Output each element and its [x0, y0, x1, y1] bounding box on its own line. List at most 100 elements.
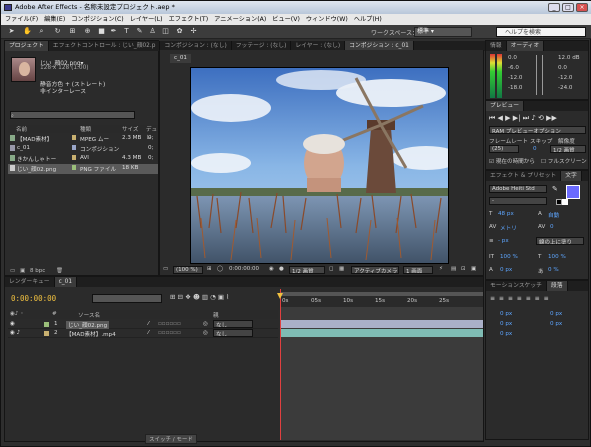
clone-stamp-tool-icon[interactable]: ♙ [148, 27, 157, 36]
resolution-select[interactable]: 1/2 画質 [289, 266, 325, 274]
white-swatch[interactable] [562, 199, 568, 205]
puppet-tool-icon[interactable]: ✢ [189, 27, 198, 36]
views-select[interactable]: 1 画面 [403, 266, 433, 274]
tab-project[interactable]: プロジェクト [5, 41, 49, 51]
menu-effect[interactable]: エフェクト(T) [169, 14, 209, 25]
layer-row[interactable]: ◉ ♪ 2 【MAD素材】.mp4 ⁄ ▫▫▫▫▫▫ ◎ なし [8, 329, 278, 338]
layer-name[interactable]: 【MAD素材】.mp4 [66, 330, 116, 338]
camera-tool-icon[interactable]: ⊞ [68, 27, 77, 36]
framerate-select[interactable]: (25) [489, 145, 519, 153]
next-frame-icon[interactable]: ▶| [513, 114, 521, 122]
always-preview-icon[interactable]: ▭ [163, 266, 168, 272]
col-name[interactable]: 名前 [16, 125, 27, 133]
rotate-tool-icon[interactable]: ↻ [53, 27, 62, 36]
alignment-buttons[interactable]: ≡ ≡ ≡ ≡ ≡ ≡ ≡ [490, 295, 550, 302]
pickwhip-icon[interactable]: ◎ [203, 321, 208, 327]
tab-motion-sketch[interactable]: モーションスケッチ [486, 281, 547, 291]
stroke-width-value[interactable]: - px [498, 238, 509, 244]
project-item[interactable]: c_01 コンポジション 0; [8, 144, 158, 154]
ram-preview-icon[interactable]: ▶▶ [546, 114, 557, 122]
first-frame-icon[interactable]: ⏮ [489, 114, 495, 122]
live-update-icon[interactable]: ⊟ [178, 293, 183, 301]
play-icon[interactable]: ▶ [505, 114, 510, 122]
leading-value[interactable]: 自動 [548, 211, 559, 219]
fill-color-swatch[interactable] [566, 185, 580, 199]
switches-modes-toggle[interactable]: スイッチ / モード [145, 434, 197, 444]
channel-icon[interactable]: ● [279, 266, 284, 272]
col-source-name[interactable]: ソース名 [78, 311, 100, 319]
tab-effect-controls[interactable]: エフェクトコントロール : じい_顔02.p [49, 41, 161, 51]
time-ruler[interactable]: 0s 05s 10s 15s 20s 25s [280, 289, 483, 307]
comp-timecode[interactable]: 0:00:00:00 [229, 266, 259, 272]
zoom-tool-icon[interactable]: ⌕ [37, 27, 46, 36]
parent-select[interactable]: なし [213, 320, 253, 328]
loop-icon[interactable]: ⟲ [538, 114, 544, 122]
playhead-handle-icon[interactable] [277, 293, 283, 299]
camera-select[interactable]: アクティブカメラ [351, 266, 399, 274]
bpc-label[interactable]: 8 bpc [30, 268, 45, 274]
menu-help[interactable]: ヘルプ(H) [354, 14, 382, 25]
roto-brush-tool-icon[interactable]: ✿ [175, 27, 184, 36]
layer-bar-2[interactable] [280, 329, 483, 337]
pickwhip-icon[interactable]: ◎ [203, 330, 208, 336]
shape-tool-icon[interactable]: ■ [97, 27, 106, 36]
pen-tool-icon[interactable]: ✒ [109, 27, 118, 36]
project-item[interactable]: きかんしゃトー AVI 4.3 MB 0; [8, 154, 158, 164]
eraser-tool-icon[interactable]: ◫ [161, 27, 170, 36]
space-after-value[interactable]: 0 px [500, 331, 512, 337]
tab-paragraph[interactable]: 段落 [546, 281, 568, 291]
visibility-icon[interactable]: ◉ ♪ [10, 330, 20, 336]
tracking-value[interactable]: 0 [550, 224, 554, 230]
level-slider-right[interactable] [542, 55, 543, 95]
ram-preview-options[interactable]: RAM プレビューオプション [489, 126, 586, 134]
horizontal-scale-value[interactable]: 100 % [548, 254, 566, 260]
menu-file[interactable]: ファイル(F) [5, 14, 38, 25]
vertical-scale-value[interactable]: 100 % [500, 254, 518, 260]
font-style-select[interactable]: - [489, 197, 547, 205]
visibility-icon[interactable]: ◉ [10, 321, 15, 327]
menu-composition[interactable]: コンポジション(C) [71, 14, 123, 25]
minimize-button[interactable]: _ [548, 3, 560, 12]
menu-edit[interactable]: 編集(E) [44, 14, 65, 25]
zoom-select[interactable]: (100 %) [173, 266, 203, 274]
audio-toggle-icon[interactable]: ♪ [531, 114, 535, 122]
switch-icon[interactable]: ⁄ [148, 330, 149, 336]
tab-effects-presets[interactable]: エフェクト & プリセット [486, 171, 562, 181]
current-time-indicator[interactable] [280, 289, 281, 440]
layer-bar-1[interactable] [280, 320, 483, 328]
indent-left-value[interactable]: 0 px [500, 311, 512, 317]
font-family-select[interactable]: Adobe Heiti Std [489, 185, 547, 193]
skip-value[interactable]: 0 [533, 146, 537, 152]
time-graph[interactable]: 0s 05s 10s 15s 20s 25s [277, 289, 483, 440]
maximize-button[interactable]: □ [562, 3, 574, 12]
switch-boxes[interactable]: ▫▫▫▫▫▫ [158, 321, 181, 327]
fast-preview-icon[interactable]: ⚡ [439, 266, 443, 272]
comp-mini-flowchart-icon[interactable]: ⊞ [170, 293, 175, 301]
switch-boxes[interactable]: ▫▫▫▫▫▫ [158, 330, 181, 336]
timeline-search-input[interactable] [92, 294, 162, 303]
trash-icon[interactable]: 🗑 [56, 268, 63, 274]
col-type[interactable]: 種類 [80, 125, 91, 133]
project-search-input[interactable]: ⌕ [10, 111, 135, 119]
preview-resolution-select[interactable]: 1/2 画質 [550, 145, 586, 153]
space-before-value[interactable]: 0 px [550, 321, 562, 327]
col-size[interactable]: サイズ [122, 125, 138, 133]
layer-row[interactable]: ◉ 1 じい_顔02.png ⁄ ▫▫▫▫▫▫ ◎ なし [8, 320, 278, 329]
project-item[interactable]: 【MAD素材】 MPEG ムー 2.3 MB 0; [8, 134, 158, 144]
indent-first-value[interactable]: 0 px [500, 321, 512, 327]
transparency-icon[interactable]: ▦ [339, 266, 344, 272]
indent-right-value[interactable]: 0 px [550, 311, 562, 317]
new-comp-icon[interactable]: ▣ [20, 268, 25, 274]
pan-behind-tool-icon[interactable]: ⊕ [83, 27, 92, 36]
mask-icon[interactable]: ◯ [217, 266, 223, 272]
label-swatch[interactable] [44, 331, 49, 336]
layer-name[interactable]: じい_顔02.png [66, 321, 110, 329]
flowchart-icon[interactable]: ⊡ [461, 266, 466, 272]
menu-window[interactable]: ウィンドウ(W) [306, 14, 348, 25]
tab-info[interactable]: 情報 [486, 41, 507, 51]
work-area-bar[interactable] [280, 292, 483, 296]
draft-3d-icon[interactable]: ❖ [185, 293, 191, 301]
frame-blend-icon[interactable]: ▥ [202, 293, 208, 301]
tab-audio[interactable]: オーディオ [506, 41, 545, 51]
from-current-checkbox[interactable]: ☑ 現在の時間から [489, 157, 535, 165]
